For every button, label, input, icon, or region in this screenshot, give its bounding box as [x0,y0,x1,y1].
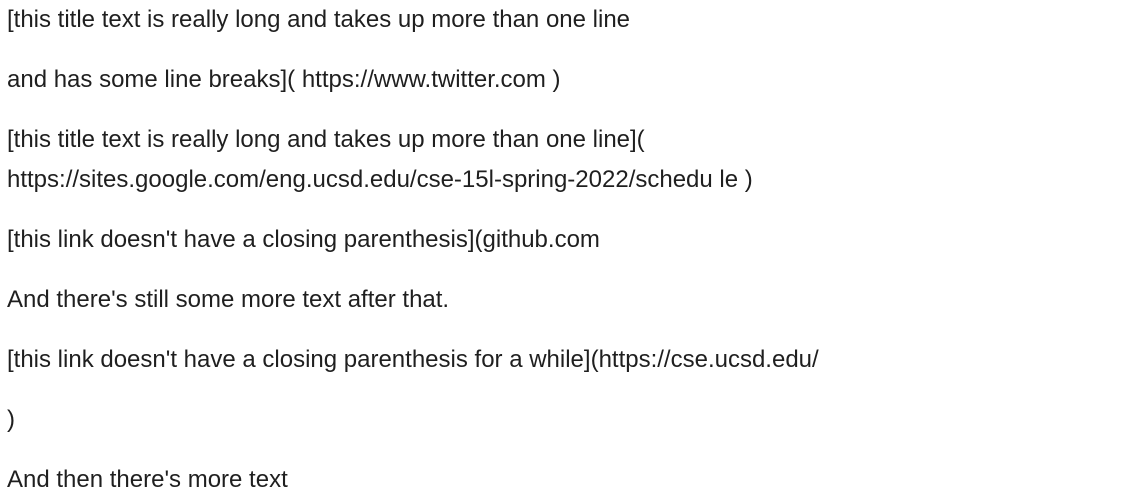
paragraph-sites-link-line1: [this title text is really long and take… [7,126,645,153]
paragraph-more-text: And there's still some more text after t… [7,286,450,313]
paragraph-cse-link: [this link doesn't have a closing parent… [7,346,819,373]
paragraph-then-more-text: And then there's more text [7,466,288,493]
paragraph-title-long: [this title text is really long and take… [7,6,631,33]
paragraph-closing-paren: ) [7,406,15,433]
paragraph-sites-link: [this title text is really long and take… [7,120,753,200]
paragraph-github-link: [this link doesn't have a closing parent… [7,226,600,253]
paragraph-sites-link-line2: https://sites.google.com/eng.ucsd.edu/cs… [7,166,753,193]
paragraph-twitter-link: and has some line breaks]( https://www.t… [7,66,561,93]
